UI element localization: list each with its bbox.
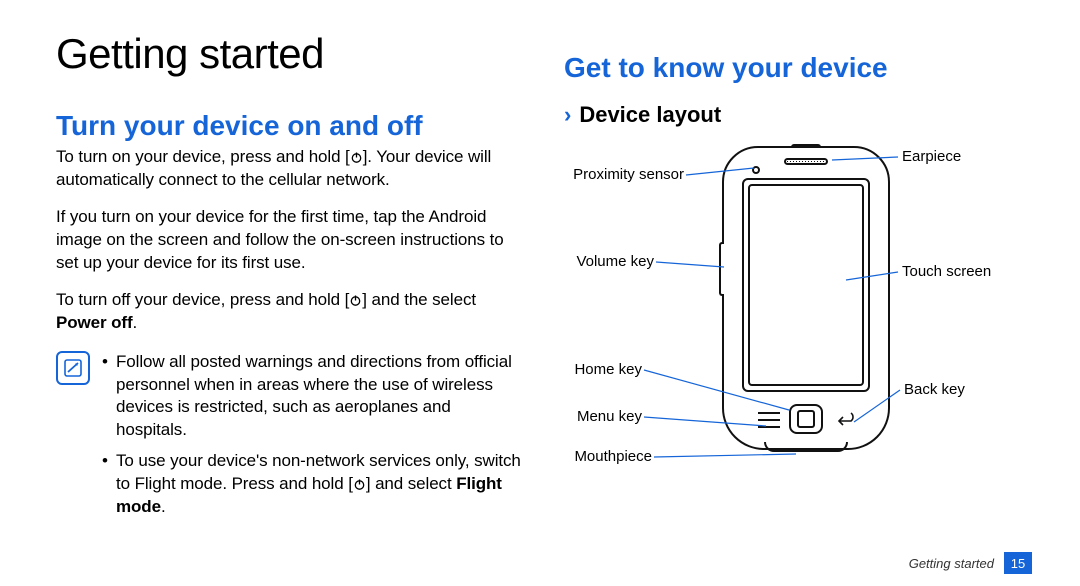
device-diagram: Proximity sensor Volume key Home key Men… xyxy=(564,142,1032,586)
power-icon xyxy=(350,151,363,164)
turn-on-paragraph: To turn on your device, press and hold [… xyxy=(56,146,524,192)
note-item: Follow all posted warnings and direction… xyxy=(102,351,524,443)
device-touchscreen xyxy=(748,184,864,386)
label-proximity-sensor: Proximity sensor xyxy=(558,166,684,183)
left-column: Getting started Turn your device on and … xyxy=(56,30,524,586)
device-top-connector xyxy=(791,144,821,148)
label-home-key: Home key xyxy=(564,361,642,378)
note-icon xyxy=(56,351,90,385)
text: ] and the select xyxy=(362,290,476,309)
power-icon xyxy=(349,294,362,307)
text: ] and select xyxy=(366,474,456,493)
chevron-right-icon: › xyxy=(564,102,571,128)
note-list: Follow all posted warnings and direction… xyxy=(102,351,524,528)
text: To turn on your device, press and hold [ xyxy=(56,147,350,166)
section-turn-on-off-title: Turn your device on and off xyxy=(56,110,524,142)
page-number-badge: 15 xyxy=(1004,552,1032,574)
label-menu-key: Menu key xyxy=(564,408,642,425)
turn-off-paragraph: To turn off your device, press and hold … xyxy=(56,289,524,335)
device-screen-bezel xyxy=(742,178,870,392)
label-earpiece: Earpiece xyxy=(902,148,961,165)
device-layout-heading: › Device layout xyxy=(564,102,1032,128)
label-touch-screen: Touch screen xyxy=(902,263,991,280)
device-outline xyxy=(722,146,890,450)
page-columns: Getting started Turn your device on and … xyxy=(56,30,1032,586)
text: . xyxy=(161,497,166,516)
device-menu-key-icon xyxy=(758,412,780,428)
device-chin xyxy=(764,442,848,452)
device-volume-key xyxy=(719,242,724,296)
footer-section-name: Getting started xyxy=(909,556,994,571)
device-layout-title: Device layout xyxy=(579,102,721,128)
label-volume-key: Volume key xyxy=(564,253,654,270)
section-get-to-know-title: Get to know your device xyxy=(564,52,1032,84)
device-proximity-sensor xyxy=(752,166,760,174)
label-back-key: Back key xyxy=(904,381,965,398)
note-item: To use your device's non-network service… xyxy=(102,450,524,519)
device-earpiece xyxy=(784,158,828,165)
right-column: Get to know your device › Device layout xyxy=(564,30,1032,586)
note-box: Follow all posted warnings and direction… xyxy=(56,351,524,528)
chapter-title: Getting started xyxy=(56,30,524,78)
power-off-label: Power off xyxy=(56,313,133,332)
page-footer: Getting started 15 xyxy=(909,552,1032,574)
power-icon xyxy=(353,478,366,491)
text: . xyxy=(133,313,138,332)
first-time-paragraph: If you turn on your device for the first… xyxy=(56,206,524,275)
device-home-key xyxy=(789,404,823,434)
label-mouthpiece: Mouthpiece xyxy=(564,448,652,465)
device-back-key-icon xyxy=(834,412,858,430)
text: To turn off your device, press and hold … xyxy=(56,290,349,309)
